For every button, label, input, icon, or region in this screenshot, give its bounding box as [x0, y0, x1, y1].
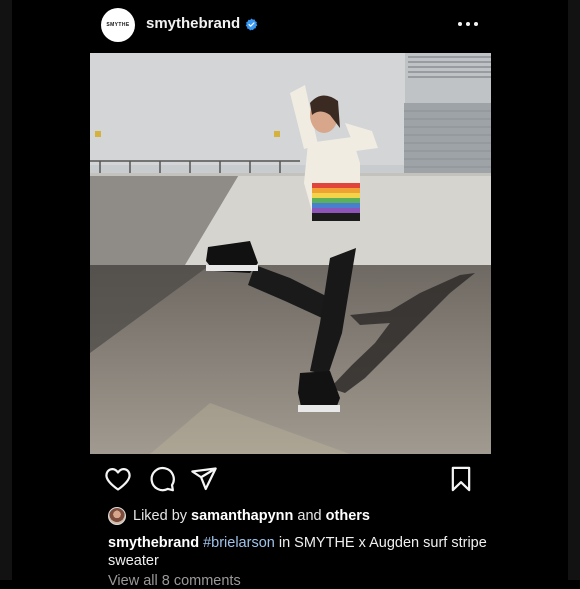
likes-conjunction: and [297, 508, 322, 524]
view-comments-link[interactable]: View all 8 comments [108, 573, 241, 589]
post-photo[interactable] [90, 53, 491, 454]
post-header: SMYTHE smythebrand [0, 0, 580, 50]
verified-badge-icon [245, 18, 258, 31]
post-caption: smythebrand #brielarson in SMYTHE x Augd… [108, 534, 528, 570]
post-actions [0, 462, 580, 498]
comment-icon[interactable] [148, 465, 176, 493]
liker-username[interactable]: samanthapynn [191, 508, 293, 524]
profile-avatar[interactable]: SMYTHE [101, 8, 135, 42]
post-photo-illustration [90, 53, 491, 454]
likes-prefix: Liked by [133, 508, 188, 524]
more-options-icon[interactable] [458, 17, 478, 31]
post-username[interactable]: smythebrand [146, 15, 240, 32]
liker-avatar[interactable] [108, 507, 126, 525]
heart-icon[interactable] [104, 465, 132, 493]
avatar-logo-text: SMYTHE [106, 22, 130, 28]
likes-others-link[interactable]: others [326, 508, 370, 524]
share-icon[interactable] [190, 465, 218, 493]
likes-summary: Liked by samanthapynn and others [108, 506, 370, 526]
bookmark-icon[interactable] [447, 465, 475, 493]
caption-hashtag[interactable]: #brielarson [203, 535, 275, 551]
caption-username[interactable]: smythebrand [108, 535, 199, 551]
